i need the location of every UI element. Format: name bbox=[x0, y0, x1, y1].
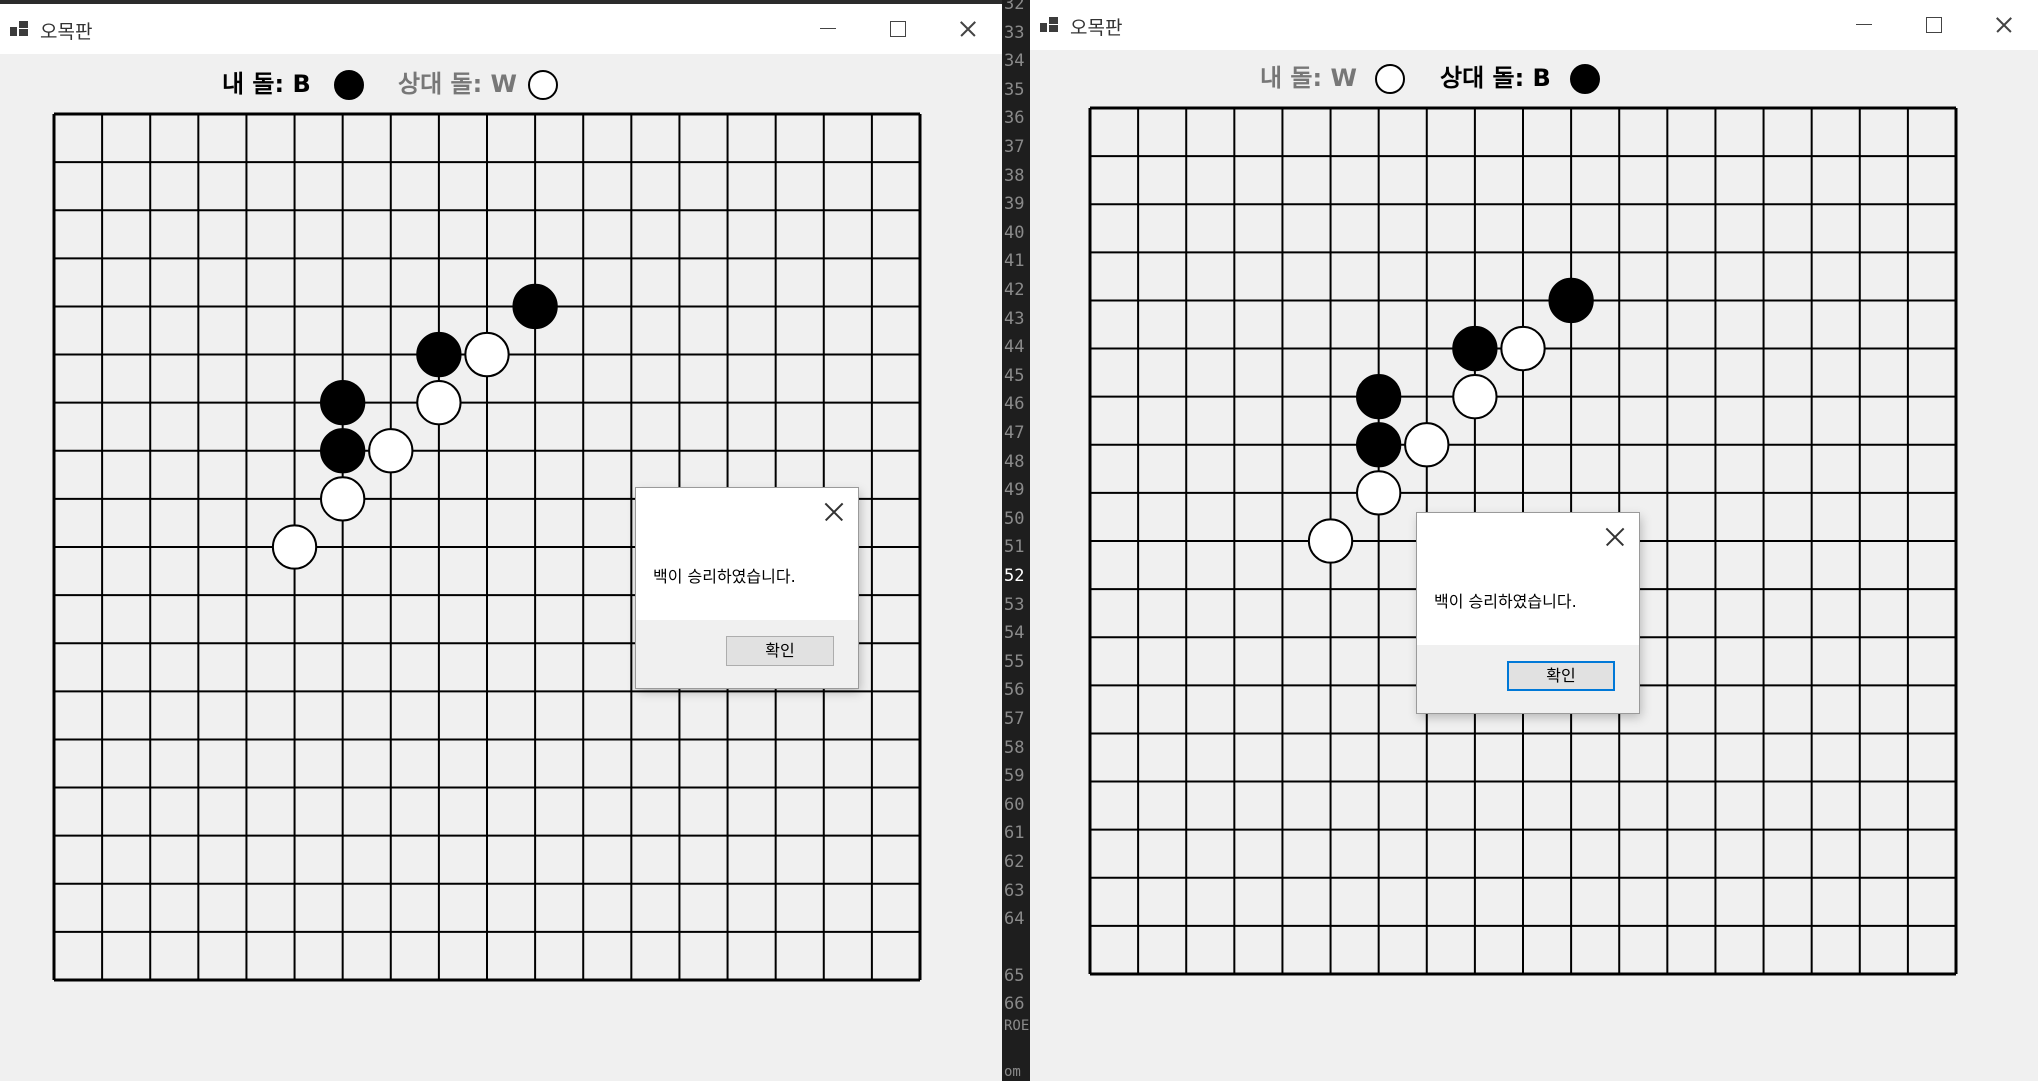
line-number: 50 bbox=[1004, 508, 1025, 529]
line-number: 35 bbox=[1004, 79, 1025, 100]
line-number: 38 bbox=[1004, 165, 1025, 186]
minimize-button[interactable] bbox=[792, 4, 862, 54]
line-number: 41 bbox=[1004, 251, 1025, 272]
white-stone bbox=[271, 524, 318, 570]
black-stone bbox=[1356, 422, 1402, 468]
line-number: 42 bbox=[1004, 280, 1025, 300]
line-number: 60 bbox=[1004, 794, 1025, 815]
black-stone bbox=[1356, 374, 1402, 420]
dialog-footer: 확인 bbox=[1417, 645, 1639, 713]
white-stone bbox=[1452, 374, 1498, 420]
maximize-button[interactable] bbox=[1898, 0, 1968, 50]
line-number: 32 bbox=[1004, 0, 1025, 14]
white-stone bbox=[368, 428, 414, 474]
title-bar[interactable]: 오목판 bbox=[0, 4, 1002, 54]
line-number: 47 bbox=[1004, 423, 1025, 443]
black-stone bbox=[320, 428, 366, 474]
line-number: 37 bbox=[1004, 137, 1025, 157]
stone-status: 내 돌: W 상대 돌: B bbox=[1030, 60, 2038, 96]
black-stone bbox=[1548, 277, 1594, 324]
gutter-fragment: om bbox=[1004, 1064, 1021, 1080]
dialog-close-icon[interactable] bbox=[1603, 525, 1627, 549]
stone-status: 내 돌: B 상대 돌: W bbox=[0, 66, 1002, 102]
my-stone-icon bbox=[1375, 64, 1405, 94]
line-number: 36 bbox=[1004, 108, 1025, 129]
white-stone bbox=[464, 331, 510, 378]
line-number: 46 bbox=[1004, 394, 1025, 415]
line-number: 59 bbox=[1004, 766, 1025, 787]
window-title: 오목판 bbox=[40, 21, 93, 43]
line-number-gutter: 32 33 34 35 36 37 38 39 40 41 42 43 44 45 46 47 48 49 50 51… bbox=[1002, 0, 1030, 1081]
white-stone bbox=[1356, 470, 1402, 516]
opponent-stone-label: 상대 돌: B bbox=[1440, 64, 1551, 92]
gutter-fragment: ROE bbox=[1004, 1018, 1030, 1034]
white-stone bbox=[1307, 518, 1354, 564]
ok-button[interactable]: 확인 bbox=[726, 636, 834, 666]
dialog-footer: 확인 bbox=[636, 620, 858, 688]
result-dialog: 백이 승리하였습니다. 확인 bbox=[636, 488, 858, 688]
line-number: 61 bbox=[1004, 823, 1025, 844]
dialog-message: 백이 승리하였습니다. bbox=[653, 567, 796, 586]
line-number: 58 bbox=[1004, 737, 1025, 758]
line-number: 63 bbox=[1004, 880, 1025, 901]
app-icon bbox=[1040, 17, 1058, 33]
close-button[interactable] bbox=[1968, 0, 2038, 50]
line-number: 39 bbox=[1004, 194, 1025, 215]
line-number: 56 bbox=[1004, 680, 1025, 701]
app-icon bbox=[10, 21, 28, 37]
omok-window-black: 오목판 내 돌: B 상대 돌: W 백이 승리하였습니다. 확인 bbox=[0, 0, 1002, 1081]
line-number: 48 bbox=[1004, 451, 1025, 472]
window-title: 오목판 bbox=[1070, 17, 1123, 39]
line-number: 43 bbox=[1004, 308, 1025, 329]
line-number: 34 bbox=[1004, 51, 1025, 72]
line-number: 49 bbox=[1004, 480, 1025, 501]
opponent-stone-icon bbox=[528, 70, 558, 100]
line-number: 45 bbox=[1004, 365, 1025, 386]
opponent-stone-icon bbox=[1570, 64, 1600, 94]
black-stone bbox=[320, 380, 366, 426]
white-stone bbox=[320, 476, 366, 522]
line-number: 33 bbox=[1004, 22, 1025, 43]
line-number: 65 bbox=[1004, 965, 1025, 986]
my-stone-label: 내 돌: B bbox=[222, 70, 311, 98]
white-stone bbox=[416, 380, 462, 426]
line-number: 64 bbox=[1004, 909, 1025, 930]
line-number: 55 bbox=[1004, 651, 1025, 672]
black-stone bbox=[512, 283, 558, 330]
line-number: 62 bbox=[1004, 852, 1025, 872]
white-stone bbox=[1404, 422, 1450, 468]
omok-window-white: 오목판 내 돌: W 상대 돌: B 백이 승리하였습니다. 확인 bbox=[1030, 0, 2038, 1081]
white-stone bbox=[1500, 325, 1546, 372]
black-stone bbox=[1452, 325, 1498, 372]
line-number: 40 bbox=[1004, 222, 1025, 243]
opponent-stone-label: 상대 돌: W bbox=[398, 70, 518, 98]
close-button[interactable] bbox=[932, 4, 1002, 54]
line-number: 57 bbox=[1004, 709, 1025, 729]
black-stone bbox=[416, 331, 462, 378]
dialog-close-icon[interactable] bbox=[822, 500, 846, 524]
title-bar[interactable]: 오목판 bbox=[1030, 0, 2038, 50]
result-dialog: 백이 승리하였습니다. 확인 bbox=[1417, 513, 1639, 713]
ok-button[interactable]: 확인 bbox=[1507, 661, 1615, 691]
line-number: 66 bbox=[1004, 994, 1025, 1015]
line-number: 53 bbox=[1004, 594, 1025, 615]
line-number: 52 bbox=[1004, 566, 1025, 586]
maximize-button[interactable] bbox=[862, 4, 932, 54]
dialog-message: 백이 승리하였습니다. bbox=[1434, 592, 1577, 611]
my-stone-label: 내 돌: W bbox=[1260, 64, 1357, 92]
line-number: 44 bbox=[1004, 337, 1025, 358]
my-stone-icon bbox=[334, 70, 364, 100]
line-number: 51 bbox=[1004, 537, 1025, 558]
line-number: 54 bbox=[1004, 623, 1025, 644]
minimize-button[interactable] bbox=[1828, 0, 1898, 50]
